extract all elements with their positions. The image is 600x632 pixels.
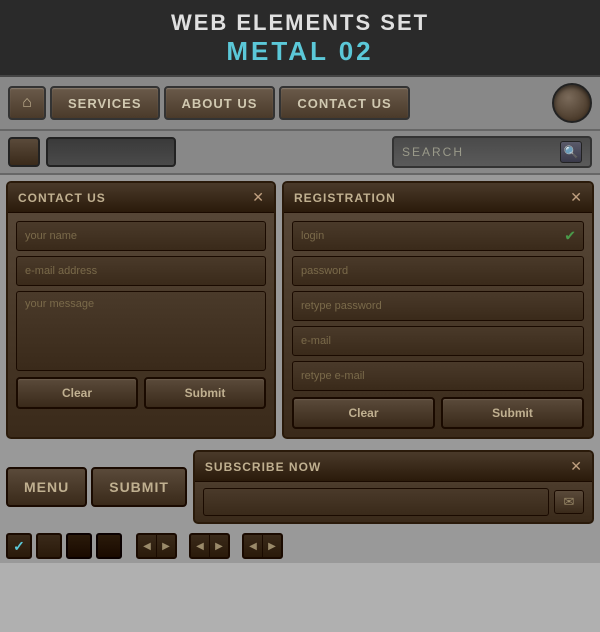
sec-btn-1[interactable] [8,137,40,167]
subscribe-panel-title: SUBSCRIBE NOW [205,460,321,474]
menu-button[interactable]: MENU [6,467,87,507]
reg-panel-body: login ✔ password retype password e-mail … [284,213,592,437]
ctrl-pair-3: ◀ ▶ [242,533,283,559]
contact-submit-button[interactable]: Submit [144,377,266,409]
reg-btn-row: Clear Submit [292,397,584,429]
nav-circle-decoration [552,83,592,123]
contact-message-input[interactable]: your message [16,291,266,371]
reg-panel-close[interactable]: ✕ [570,189,582,206]
reg-retype-email-placeholder: retype e-mail [301,370,365,382]
contact-message-placeholder: your message [25,298,94,310]
search-icon[interactable]: 🔍 [560,141,582,163]
checkbox-checked[interactable] [6,533,32,559]
ctrl-pair-2: ◀ ▶ [189,533,230,559]
controls-bar: ◀ ▶ ◀ ▶ ◀ ▶ [0,529,600,563]
login-check-icon: ✔ [564,228,576,245]
ctrl-prev-2[interactable]: ◀ [191,535,209,557]
reg-login-placeholder: login [301,230,324,242]
reg-retype-password-placeholder: retype password [301,300,382,312]
ctrl-pair-1: ◀ ▶ [136,533,177,559]
ctrl-square-dark-2[interactable] [96,533,122,559]
subscribe-body: ✉ [195,482,592,522]
sec-input-1[interactable] [46,137,176,167]
contact-panel-body: your name e-mail address your message Cl… [8,213,274,417]
contact-name-placeholder: your name [25,230,77,242]
reg-email-input[interactable]: e-mail [292,326,584,356]
contact-us-button[interactable]: CONTACT US [279,86,409,120]
about-us-button[interactable]: ABOUT US [164,86,276,120]
contact-panel-title: CONTACT US [18,191,106,205]
ctrl-square-1[interactable] [36,533,62,559]
subscribe-panel-close[interactable]: ✕ [570,458,582,475]
ctrl-prev-1[interactable]: ◀ [138,535,156,557]
contact-panel-header: CONTACT US ✕ [8,183,274,213]
main-content: CONTACT US ✕ your name e-mail address yo… [0,175,600,445]
ctrl-next-1[interactable]: ▶ [157,535,175,557]
navbar: ⌂ SERVICES ABOUT US CONTACT US [0,77,600,131]
subscribe-panel-header: SUBSCRIBE NOW ✕ [195,452,592,482]
bottom-left-btns: MENU SUBMIT [6,467,187,507]
contact-panel-close[interactable]: ✕ [252,189,264,206]
ctrl-next-2[interactable]: ▶ [210,535,228,557]
home-button[interactable]: ⌂ [8,86,46,120]
reg-email-placeholder: e-mail [301,335,331,347]
reg-password-placeholder: password [301,265,348,277]
registration-panel: REGISTRATION ✕ login ✔ password retype p… [282,181,594,439]
reg-panel-title: REGISTRATION [294,191,396,205]
reg-submit-button[interactable]: Submit [441,397,584,429]
reg-retype-email-input[interactable]: retype e-mail [292,361,584,391]
subscribe-email-icon[interactable]: ✉ [554,490,584,514]
email-icon: ✉ [564,494,575,510]
header-subtitle: METAL 02 [0,36,600,67]
header-title: WEB ELEMENTS SET [0,10,600,36]
search-label: SEARCH [402,145,554,159]
contact-clear-button[interactable]: Clear [16,377,138,409]
reg-login-input[interactable]: login [292,221,584,251]
contact-panel: CONTACT US ✕ your name e-mail address yo… [6,181,276,439]
contact-name-input[interactable]: your name [16,221,266,251]
reg-panel-header: REGISTRATION ✕ [284,183,592,213]
home-icon: ⌂ [22,94,32,112]
contact-email-input[interactable]: e-mail address [16,256,266,286]
bottom-bar: MENU SUBMIT SUBSCRIBE NOW ✕ ✉ [0,445,600,529]
reg-retype-password-input[interactable]: retype password [292,291,584,321]
subscribe-panel: SUBSCRIBE NOW ✕ ✉ [193,450,594,524]
second-bar: SEARCH 🔍 [0,131,600,175]
reg-login-row: login ✔ [292,221,584,251]
contact-btn-row: Clear Submit [16,377,266,409]
reg-clear-button[interactable]: Clear [292,397,435,429]
header: WEB ELEMENTS SET METAL 02 [0,0,600,77]
reg-password-input[interactable]: password [292,256,584,286]
ctrl-square-dark-1[interactable] [66,533,92,559]
ctrl-prev-3[interactable]: ◀ [244,535,262,557]
subscribe-email-input[interactable] [203,488,549,516]
ctrl-next-3[interactable]: ▶ [263,535,281,557]
search-bar[interactable]: SEARCH 🔍 [392,136,592,168]
submit-big-button[interactable]: SUBMIT [91,467,187,507]
contact-email-placeholder: e-mail address [25,265,97,277]
services-button[interactable]: SERVICES [50,86,160,120]
